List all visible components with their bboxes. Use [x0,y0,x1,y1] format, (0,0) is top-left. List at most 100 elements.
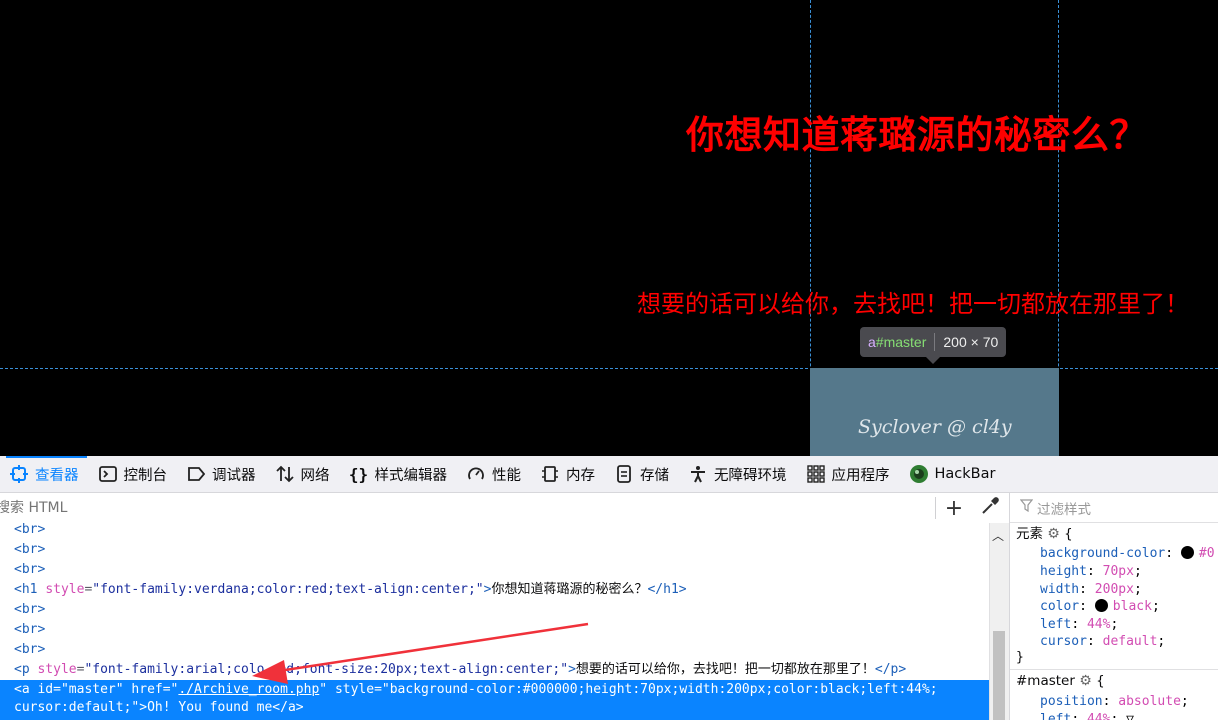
p-text: 想要的话可以给你，去找吧！把一切都放在那里了！ [575,662,875,677]
html-search-bar: + [0,493,1009,524]
a-open-tag: <a [14,682,30,697]
accessibility-icon [687,463,709,485]
memory-icon [539,463,561,485]
attr-name: href [131,682,163,697]
element-tooltip: a #master 200 × 70 [860,327,1007,364]
tab-memory[interactable]: 内存 [531,456,605,492]
rule-close-brace: } [1016,650,1024,665]
tab-debugger[interactable]: 调试器 [177,456,266,492]
prop-name: left [1040,617,1072,632]
tab-hackbar[interactable]: HackBar [900,456,1006,492]
page-heading: 你想知道蒋璐源的秘密么？ [686,113,1149,157]
selected-node-a-master[interactable]: <a id="master" href="./Archive_room.php"… [0,680,989,720]
performance-icon [465,463,487,485]
markup-line-br[interactable]: <br> [14,600,45,620]
debugger-icon [185,463,207,485]
tab-performance[interactable]: 性能 [457,456,531,492]
markup-line-br[interactable]: <br> [14,560,45,580]
color-swatch[interactable] [1094,599,1108,612]
element-rule-label: 元素 [1016,526,1043,542]
tab-label: 调试器 [212,467,256,484]
filter-icon[interactable]: ▽ [1126,712,1134,720]
p-open-tag: <p [14,662,30,677]
p-close-tag: </p> [874,662,907,677]
attr-value: "font-family:verdana;color:red;text-alig… [92,582,484,597]
decl-position[interactable]: position: absolute; [1040,693,1189,711]
markup-line-br[interactable]: <br> [14,640,45,660]
chevron-up-icon[interactable]: ︿ [992,527,1004,544]
tab-accessibility[interactable]: 无障碍环境 [679,456,797,492]
prop-name: left [1040,712,1072,720]
decl-background-color[interactable]: background-color: #0 [1040,545,1215,563]
prop-value: black [1112,599,1152,614]
prop-value: default [1102,634,1158,649]
prop-name: cursor [1040,634,1087,649]
decl-cursor[interactable]: cursor: default; [1040,633,1165,651]
page-paragraph: 想要的话可以给你，去找吧！把一切都放在那里了！ [637,291,1189,318]
tooltip-id: #master [875,334,927,350]
filter-styles-bar[interactable]: 过滤样式 [1010,493,1218,523]
gear-icon[interactable]: ⚙ [1047,526,1060,542]
tooltip-arrow [926,357,940,364]
markup-line-br[interactable]: <br> [14,540,45,560]
hackbar-icon [908,463,930,485]
html-search-input[interactable] [0,499,878,517]
tab-style-editor[interactable]: {} 样式编辑器 [340,456,458,492]
rules-panel: 过滤样式 元素 ⚙ { background-color: #0 height:… [1009,493,1218,720]
scroll-thumb[interactable] [993,631,1005,720]
master-link-highlight[interactable] [810,368,1059,456]
gear-icon[interactable]: ⚙ [1079,673,1092,689]
markup-line-a-cont: cursor:default;">Oh! You found me</a> [14,700,304,715]
decl-color[interactable]: color: black; [1040,598,1160,616]
tooltip-tag: a [868,334,876,350]
prop-name: position [1040,694,1103,709]
markup-line-a: <a id="master" href="./Archive_room.php"… [14,682,938,697]
tab-label: 性能 [492,467,521,484]
tab-label: 查看器 [35,467,79,484]
prop-value: 44% [1086,617,1111,632]
h1-text: 你想知道蒋璐源的秘密么？ [491,582,648,597]
element-rule-header: 元素 ⚙ { [1016,526,1073,542]
tab-label: 存储 [640,467,669,484]
color-swatch[interactable] [1180,546,1194,559]
master-link-text[interactable]: Syclover @ cl4y [858,416,1012,438]
decl-height[interactable]: height: 70px; [1040,563,1142,581]
tab-inspector[interactable]: 查看器 [0,456,89,492]
attr-name: style [37,662,77,677]
attr-value: "master" [60,682,124,697]
markup-line-p[interactable]: <p style="font-family:arial;colo ed;font-… [14,660,906,680]
tab-console[interactable]: 控制台 [89,456,178,492]
search-divider [935,497,936,519]
markup-line-h1[interactable]: <h1 style="font-family:verdana;color:red… [14,580,687,600]
tab-network[interactable]: 网络 [266,456,340,492]
inspector-icon [8,463,30,485]
tab-label: 网络 [300,467,330,484]
tooltip-separator [934,333,936,351]
tab-application[interactable]: 应用程序 [797,456,900,492]
prop-value: #0 [1198,546,1215,561]
application-icon [805,463,827,485]
style-editor-icon: {} [348,464,369,484]
decl-left[interactable]: left: 44%; ▽ [1040,711,1134,720]
attr-name: style [45,582,85,597]
decl-left[interactable]: left: 44%; [1040,616,1118,634]
attr-value-b: ed;font-size:20px;text-align:center;" [278,662,569,677]
devtools-panel: 查看器 控制台 调试器 网络 {} 样式编辑器 性能 内存 存储 无障碍环境 应… [0,456,1218,720]
tab-storage[interactable]: 存储 [605,456,679,492]
plus-icon: + [944,495,964,521]
filter-icon [1019,499,1034,516]
storage-icon [613,463,635,485]
br-tag: <br> [14,622,46,637]
add-node-button[interactable]: + [938,493,970,523]
decl-width[interactable]: width: 200px; [1040,581,1142,599]
prop-name: color [1040,599,1080,614]
markup-line-br[interactable]: <br> [14,620,45,640]
eyedropper-button[interactable] [974,493,1006,523]
markup-line-br[interactable]: <br> [14,523,45,540]
prop-value: 70px [1102,564,1134,579]
br-tag: <br> [14,523,46,537]
master-rule-selector[interactable]: #master [1016,673,1075,689]
markup-scrollbar[interactable]: ︿ [989,523,1009,720]
br-tag: <br> [14,602,46,617]
href-link[interactable]: ./Archive_room.php [178,682,319,697]
